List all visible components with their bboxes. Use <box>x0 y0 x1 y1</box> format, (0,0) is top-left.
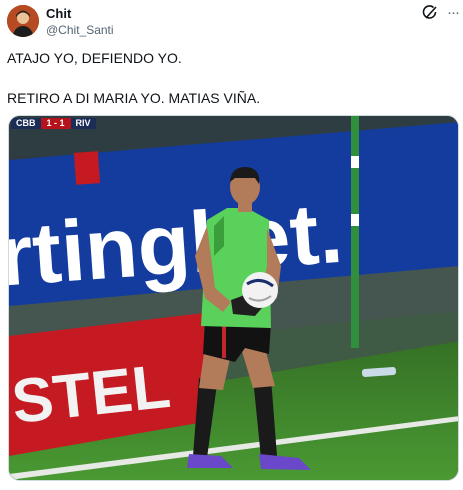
tweet-header: Chit @Chit_Santi ··· <box>0 0 463 44</box>
avatar-image <box>7 5 39 37</box>
football-scene: rtingbet. STEL <box>9 116 458 480</box>
grok-icon[interactable] <box>420 3 440 23</box>
scoreboard-overlay: CBB 1 - 1 RIV <box>11 118 96 129</box>
away-team-label: RIV <box>70 118 96 129</box>
tweet-text-line-1: ATAJO YO, DEFIENDO YO. <box>7 50 182 66</box>
avatar[interactable] <box>7 5 39 37</box>
more-options-icon[interactable]: ··· <box>444 3 462 23</box>
author-handle[interactable]: @Chit_Santi <box>46 23 114 37</box>
tweet-text-line-2: RETIRO A DI MARIA YO. MATIAS VIÑA. <box>7 90 261 106</box>
home-team-label: CBB <box>11 118 41 129</box>
tweet-media-image[interactable]: rtingbet. STEL CBB 1 - 1 RIV <box>8 115 459 481</box>
score-label: 1 - 1 <box>40 118 71 129</box>
author-name[interactable]: Chit <box>46 6 71 21</box>
